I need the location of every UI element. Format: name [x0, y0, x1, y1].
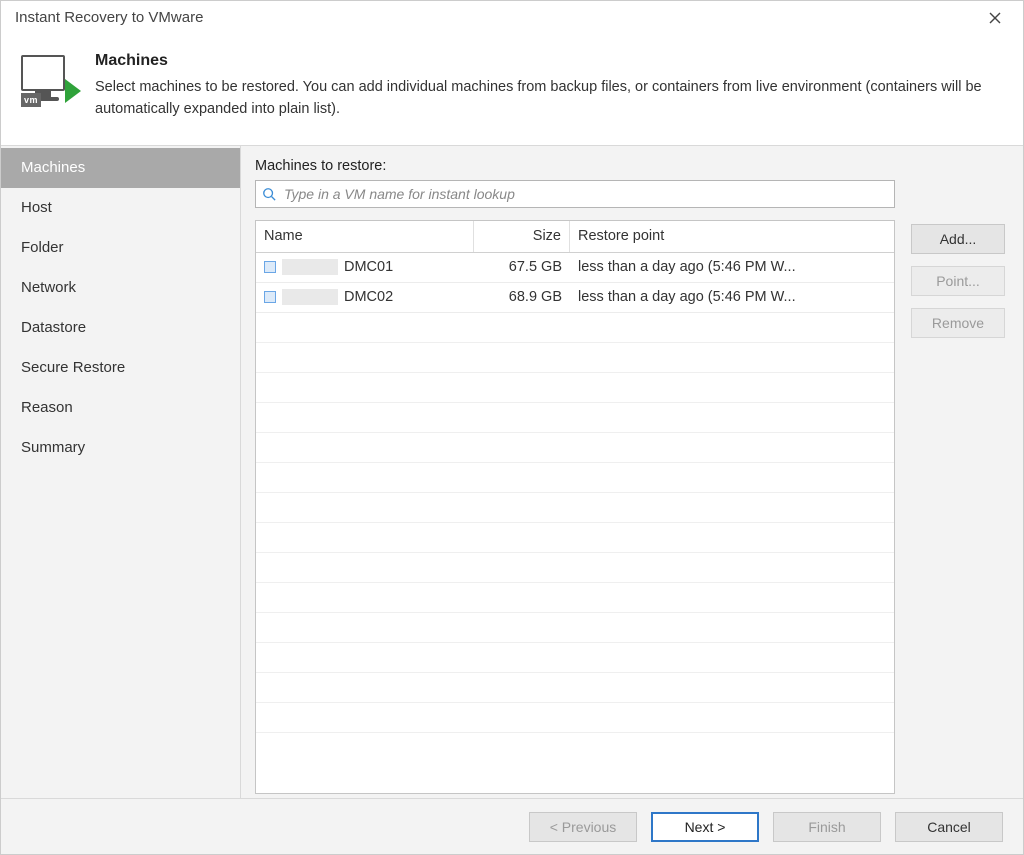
col-header-size[interactable]: Size: [474, 221, 570, 252]
wizard-header-text: Machines Select machines to be restored.…: [95, 49, 1003, 121]
close-icon: [989, 12, 1001, 24]
col-header-label: Restore point: [578, 228, 664, 244]
remove-button[interactable]: Remove: [911, 308, 1005, 338]
search-input[interactable]: [282, 185, 888, 203]
vm-icon: [264, 291, 276, 303]
step-label: Folder: [21, 239, 64, 256]
step-datastore[interactable]: Datastore: [1, 308, 240, 348]
redacted-prefix: [282, 259, 338, 275]
cell-name: DMC02: [344, 289, 393, 305]
col-header-name[interactable]: Name: [256, 221, 474, 252]
machines-table: Name Size Restore point DMC01: [255, 220, 895, 795]
wizard-steps: Machines Host Folder Network Datastore S…: [1, 146, 241, 799]
previous-button[interactable]: < Previous: [529, 812, 637, 842]
step-network[interactable]: Network: [1, 268, 240, 308]
close-button[interactable]: [979, 6, 1011, 30]
step-label: Host: [21, 199, 52, 216]
table-row[interactable]: DMC02 68.9 GB less than a day ago (5:46 …: [256, 283, 894, 313]
vm-restore-icon: vm: [21, 55, 77, 111]
step-machines[interactable]: Machines: [1, 148, 240, 188]
next-button[interactable]: Next >: [651, 812, 759, 842]
side-buttons: Add... Point... Remove: [911, 158, 1005, 795]
wizard-window: Instant Recovery to VMware vm Machines S…: [0, 0, 1024, 855]
col-header-restore-point[interactable]: Restore point: [570, 221, 894, 252]
cell-size: 67.5 GB: [474, 259, 570, 275]
cell-restore-point: less than a day ago (5:46 PM W...: [570, 289, 894, 305]
redacted-prefix: [282, 289, 338, 305]
step-label: Reason: [21, 399, 73, 416]
cell-size: 68.9 GB: [474, 289, 570, 305]
wizard-footer: < Previous Next > Finish Cancel: [1, 798, 1023, 854]
col-header-label: Size: [533, 228, 561, 244]
wizard-body: Machines Host Folder Network Datastore S…: [1, 145, 1023, 799]
cell-restore-point: less than a day ago (5:46 PM W...: [570, 259, 894, 275]
step-label: Machines: [21, 159, 85, 176]
table-body: DMC01 67.5 GB less than a day ago (5:46 …: [256, 253, 894, 794]
search-field[interactable]: [255, 180, 895, 208]
step-summary[interactable]: Summary: [1, 428, 240, 468]
step-label: Summary: [21, 439, 85, 456]
table-header: Name Size Restore point: [256, 221, 894, 253]
window-title: Instant Recovery to VMware: [15, 9, 203, 26]
point-button[interactable]: Point...: [911, 266, 1005, 296]
wizard-content: Machines to restore: Name Size Restore p…: [241, 146, 1023, 799]
finish-button[interactable]: Finish: [773, 812, 881, 842]
step-label: Network: [21, 279, 76, 296]
cancel-button[interactable]: Cancel: [895, 812, 1003, 842]
machines-section-label: Machines to restore:: [255, 158, 895, 174]
step-reason[interactable]: Reason: [1, 388, 240, 428]
col-header-label: Name: [264, 228, 303, 244]
wizard-step-title: Machines: [95, 49, 1003, 73]
vm-icon: [264, 261, 276, 273]
step-label: Secure Restore: [21, 359, 125, 376]
step-host[interactable]: Host: [1, 188, 240, 228]
title-bar: Instant Recovery to VMware: [1, 1, 1023, 35]
table-row[interactable]: DMC01 67.5 GB less than a day ago (5:46 …: [256, 253, 894, 283]
wizard-header: vm Machines Select machines to be restor…: [1, 35, 1023, 145]
cell-name: DMC01: [344, 259, 393, 275]
step-folder[interactable]: Folder: [1, 228, 240, 268]
step-label: Datastore: [21, 319, 86, 336]
step-secure-restore[interactable]: Secure Restore: [1, 348, 240, 388]
add-button[interactable]: Add...: [911, 224, 1005, 254]
search-icon: [262, 187, 276, 201]
wizard-step-description: Select machines to be restored. You can …: [95, 77, 1003, 121]
